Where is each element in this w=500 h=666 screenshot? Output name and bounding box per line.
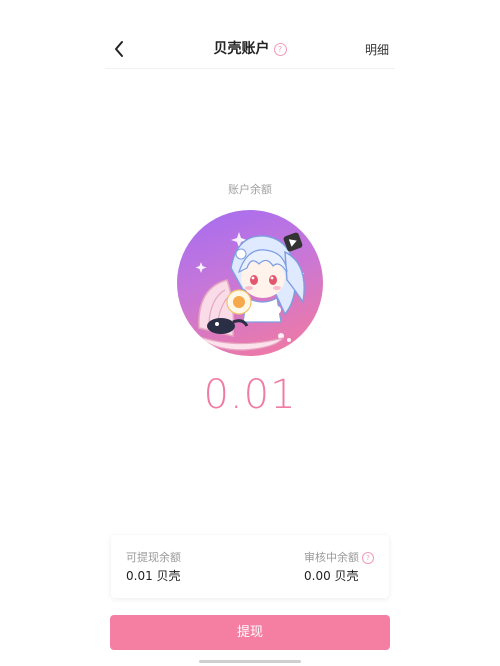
withdrawable-section: 可提现余额 0.01 贝壳: [126, 551, 181, 584]
balance-label: 账户余额: [228, 183, 272, 196]
question-circle-icon[interactable]: ?: [273, 43, 287, 56]
reviewing-label: 审核中余额: [304, 551, 359, 564]
home-indicator: [199, 660, 301, 663]
withdrawable-label: 可提现余额: [126, 551, 181, 564]
balance-amount: 0.01: [203, 372, 297, 418]
withdrawable-value: 0.01 贝壳: [126, 569, 181, 583]
page-title-wrap: 贝壳账户?: [105, 40, 395, 58]
detail-link[interactable]: 明细: [365, 41, 389, 58]
top-nav-bar: 贝壳账户? 明细: [105, 0, 395, 69]
page-title: 贝壳账户: [213, 41, 270, 57]
reviewing-value: 0.00 贝壳: [304, 569, 359, 583]
question-circle-icon[interactable]: ?: [362, 552, 374, 564]
withdraw-button[interactable]: 提现: [110, 615, 390, 650]
reviewing-section: 审核中余额? 0.00 贝壳: [304, 551, 374, 584]
mascot-avatar: [177, 210, 323, 356]
balance-info-card: 可提现余额 0.01 贝壳 审核中余额? 0.00 贝壳: [111, 535, 389, 598]
reviewing-label-row: 审核中余额?: [304, 551, 374, 565]
